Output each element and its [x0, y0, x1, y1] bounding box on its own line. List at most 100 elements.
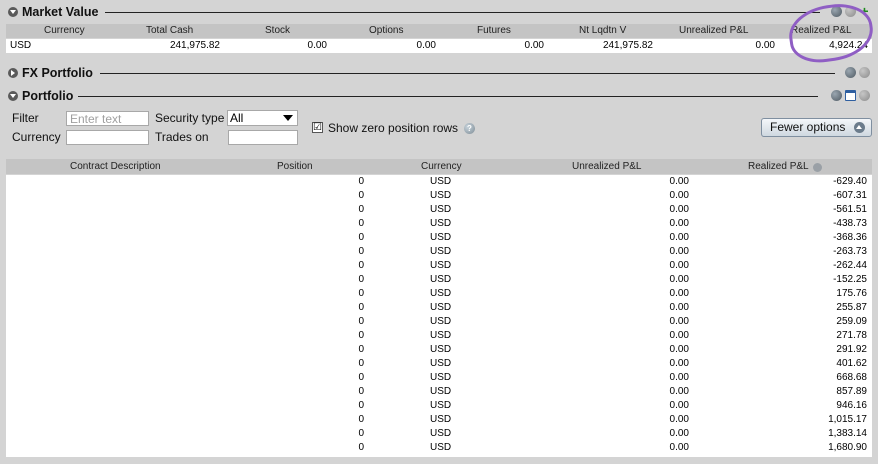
unrealized-pl-cell: 0.00	[669, 260, 689, 271]
currency-cell: USD	[430, 344, 452, 355]
gear-icon[interactable]	[859, 67, 870, 78]
realized-pl-cell: 175.76	[836, 288, 867, 299]
portfolio-collapse-icon[interactable]	[8, 91, 18, 101]
header-rule	[105, 12, 820, 13]
unrealized-pl-cell: 0.00	[669, 372, 689, 383]
currency-cell: USD	[430, 302, 452, 313]
position-cell: 0	[358, 372, 364, 383]
table-row[interactable]: 0 USD 0.00 -152.25	[6, 273, 872, 287]
table-row[interactable]: 0 USD 0.00 -262.44	[6, 259, 872, 273]
chevron-down-icon	[283, 115, 293, 121]
trades-on-input[interactable]	[228, 130, 298, 145]
trades-on-label: Trades on	[155, 130, 209, 144]
chevron-up-icon	[854, 122, 865, 133]
col-currency[interactable]: Currency	[44, 25, 85, 36]
fewer-options-label: Fewer options	[770, 120, 846, 134]
sort-icon[interactable]	[812, 163, 822, 172]
gear-icon[interactable]	[859, 90, 870, 101]
currency-cell: USD	[430, 232, 452, 243]
currency-cell: USD	[430, 428, 452, 439]
col-stock[interactable]: Stock	[265, 25, 290, 36]
show-zero-checkbox[interactable]: ☑	[312, 122, 323, 133]
currency-cell: USD	[430, 204, 452, 215]
realized-pl-cell: 255.87	[836, 302, 867, 313]
position-cell: 0	[358, 316, 364, 327]
table-row[interactable]: 0 USD 0.00 -561.51	[6, 203, 872, 217]
unrealized-pl-cell: 0.00	[669, 246, 689, 257]
table-row[interactable]: 0 USD 0.00 291.92	[6, 343, 872, 357]
filter-label: Filter	[12, 111, 39, 125]
unrealized-pl-cell: 0.00	[669, 442, 689, 453]
currency-label: Currency	[12, 130, 61, 144]
unrealized-pl-cell: 0.00	[669, 232, 689, 243]
col-contract-description[interactable]: Contract Description	[70, 161, 161, 172]
fx-portfolio-expand-icon[interactable]	[8, 68, 18, 78]
col-options[interactable]: Options	[369, 25, 403, 36]
unrealized-pl-cell: 0.00	[669, 176, 689, 187]
position-cell: 0	[358, 428, 364, 439]
col-futures[interactable]: Futures	[477, 25, 511, 36]
security-type-select[interactable]: All	[227, 110, 298, 126]
unrealized-pl-cell: 0.00	[669, 386, 689, 397]
refresh-icon[interactable]	[831, 90, 842, 101]
unrealized-pl-cell: 0.00	[669, 358, 689, 369]
table-row[interactable]: 0 USD 0.00 -368.36	[6, 231, 872, 245]
currency-cell: USD	[430, 400, 452, 411]
filter-input[interactable]	[66, 111, 149, 126]
col-position[interactable]: Position	[277, 161, 313, 172]
market-value-title: Market Value	[22, 5, 103, 19]
market-value-header: Market Value +	[0, 3, 878, 21]
table-row[interactable]: 0 USD 0.00 175.76	[6, 287, 872, 301]
table-row[interactable]: 0 USD 0.00 401.62	[6, 357, 872, 371]
unrealized-pl-cell: 0.00	[669, 428, 689, 439]
position-cell: 0	[358, 260, 364, 271]
col-currency[interactable]: Currency	[421, 161, 462, 172]
col-net-liquidation[interactable]: Nt Lqdtn V	[579, 25, 626, 36]
table-row[interactable]: 0 USD 0.00 271.78	[6, 329, 872, 343]
market-value-table-header: Currency Total Cash Stock Options Future…	[6, 24, 872, 38]
portfolio-table-header: Contract Description Position Currency U…	[6, 159, 872, 174]
table-row[interactable]: 0 USD 0.00 -629.40	[6, 175, 872, 189]
table-row[interactable]: 0 USD 0.00 1,383.14	[6, 427, 872, 441]
table-row[interactable]: 0 USD 0.00 255.87	[6, 301, 872, 315]
position-cell: 0	[358, 414, 364, 425]
table-row[interactable]: 0 USD 0.00 -438.73	[6, 217, 872, 231]
realized-pl-cell: 857.89	[836, 386, 867, 397]
col-total-cash[interactable]: Total Cash	[146, 25, 193, 36]
portfolio-toolbar	[831, 90, 870, 101]
portfolio-table-body: 0 USD 0.00 -629.40 0 USD 0.00 -607.31 0 USD 0.00 -5…	[6, 175, 872, 457]
unrealized-pl-cell: 0.00	[669, 274, 689, 285]
table-row[interactable]: 0 USD 0.00 668.68	[6, 371, 872, 385]
col-unrealized-pl[interactable]: Unrealized P&L	[572, 161, 641, 172]
portfolio-title: Portfolio	[22, 89, 78, 103]
realized-pl-cell: 271.78	[836, 330, 867, 341]
position-cell: 0	[358, 232, 364, 243]
table-row[interactable]: 0 USD 0.00 259.09	[6, 315, 872, 329]
col-realized-pl[interactable]: Realized P&L	[748, 161, 822, 172]
table-row[interactable]: 0 USD 0.00 1,015.17	[6, 413, 872, 427]
currency-cell: USD	[430, 372, 452, 383]
table-row[interactable]: 0 USD 0.00 -607.31	[6, 189, 872, 203]
col-unrealized-pl[interactable]: Unrealized P&L	[679, 25, 748, 36]
realized-pl-cell: -262.44	[833, 260, 867, 271]
table-row[interactable]: 0 USD 0.00 -263.73	[6, 245, 872, 259]
unrealized-pl-cell: 0.00	[669, 316, 689, 327]
realized-pl-cell: 291.92	[836, 344, 867, 355]
security-type-value: All	[230, 111, 244, 125]
realized-pl-cell: -438.73	[833, 218, 867, 229]
currency-cell: USD	[430, 330, 452, 341]
help-icon[interactable]: ?	[464, 123, 475, 134]
market-value-collapse-icon[interactable]	[8, 7, 18, 17]
fewer-options-button[interactable]: Fewer options	[761, 118, 872, 137]
header-rule	[100, 73, 835, 74]
window-icon[interactable]	[845, 90, 856, 101]
market-value-row[interactable]: USD 241,975.82 0.00 0.00 0.00 241,975.82…	[6, 39, 872, 53]
table-row[interactable]: 0 USD 0.00 946.16	[6, 399, 872, 413]
table-row[interactable]: 0 USD 0.00 857.89	[6, 385, 872, 399]
refresh-icon[interactable]	[845, 67, 856, 78]
currency-cell: USD	[430, 316, 452, 327]
portfolio-header: Portfolio	[0, 87, 878, 105]
table-row[interactable]: 0 USD 0.00 1,680.90	[6, 441, 872, 455]
currency-input[interactable]	[66, 130, 149, 145]
show-zero-label: Show zero position rows	[328, 121, 459, 135]
